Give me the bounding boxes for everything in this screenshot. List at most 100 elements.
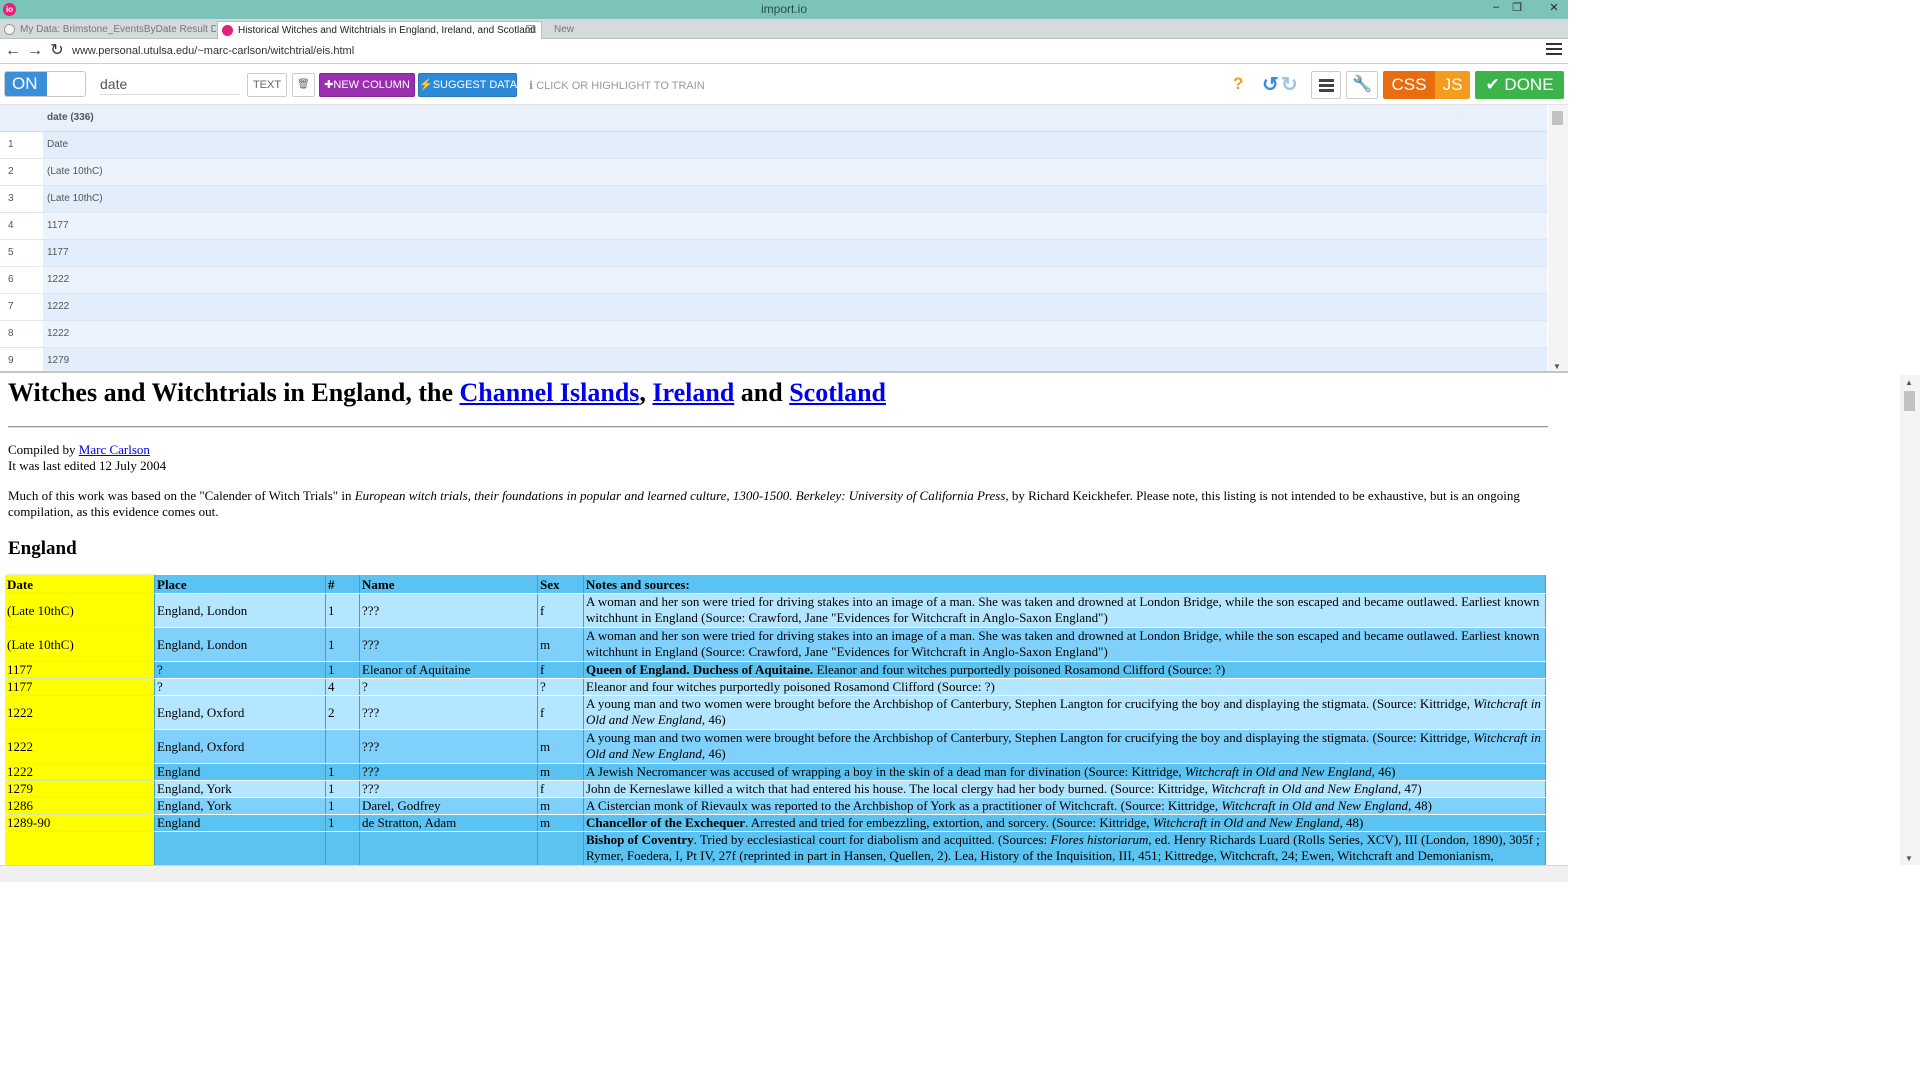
- grid-cell[interactable]: (Late 10thC): [43, 159, 1547, 185]
- table-row: 1222 England, Oxford 2 ??? f A young man…: [5, 696, 1548, 729]
- tab-witchtrials[interactable]: Historical Witches and Witchtrials in En…: [217, 21, 542, 39]
- grid-row[interactable]: 2 (Late 10thC): [0, 159, 1547, 186]
- on-off-toggle[interactable]: ON: [4, 71, 86, 97]
- row-number: 6: [0, 267, 42, 293]
- scroll-up-arrow-icon[interactable]: ▲: [1905, 378, 1913, 387]
- text-type-button[interactable]: TEXT: [247, 73, 287, 97]
- notes-bold: Queen of England. Duchess of Aquitaine.: [586, 662, 814, 677]
- cell-date[interactable]: 1279: [5, 781, 154, 797]
- url-field[interactable]: www.personal.utulsa.edu/~marc-carlson/wi…: [72, 45, 354, 57]
- globe-icon: [4, 24, 15, 35]
- grid-cell[interactable]: (Late 10thC): [43, 186, 1547, 212]
- column-header-date[interactable]: date (336): [47, 112, 94, 123]
- cell-name: ???: [360, 628, 538, 661]
- cell-date[interactable]: 1177: [5, 662, 154, 678]
- grid-row[interactable]: 7 1222: [0, 294, 1547, 321]
- js-button[interactable]: JS: [1435, 71, 1470, 99]
- cell-name: ???: [360, 696, 538, 729]
- row-number: 2: [0, 159, 42, 185]
- section-heading-england: England: [8, 538, 77, 559]
- grid-cell[interactable]: Date: [43, 132, 1547, 158]
- cell-sex: [538, 832, 584, 865]
- scotland-link[interactable]: Scotland: [789, 378, 886, 407]
- address-bar: ← → ↻ www.personal.utulsa.edu/~marc-carl…: [0, 40, 1568, 64]
- grid-row[interactable]: 3 (Late 10thC): [0, 186, 1547, 213]
- train-hint: ℹ CLICK OR HIGHLIGHT TO TRAIN: [529, 80, 705, 92]
- scroll-down-arrow-icon[interactable]: ▼: [1553, 362, 1561, 371]
- forward-arrow-icon[interactable]: →: [26, 42, 44, 60]
- cell-notes: A young man and two women were brought b…: [584, 696, 1546, 729]
- cell-notes: A woman and her son were tried for drivi…: [584, 594, 1546, 627]
- suggest-data-button[interactable]: ⚡SUGGEST DATA: [418, 73, 517, 97]
- cell-place: England, London: [154, 628, 326, 661]
- table-row: Bishop of Coventry. Tried by ecclesiasti…: [5, 832, 1548, 865]
- grid-scrollbar[interactable]: ▼: [1548, 105, 1568, 371]
- table-row: (Late 10thC) England, London 1 ??? f A w…: [5, 594, 1548, 627]
- hamburger-menu-icon[interactable]: [1546, 43, 1562, 57]
- help-icon[interactable]: ?: [1233, 74, 1243, 94]
- cell-name: ???: [360, 764, 538, 780]
- author-link[interactable]: Marc Carlson: [79, 442, 150, 457]
- cell-date[interactable]: 1177: [5, 679, 154, 695]
- grid-cell[interactable]: 1222: [43, 294, 1547, 320]
- reload-icon[interactable]: ↻: [48, 42, 66, 60]
- wrench-icon[interactable]: 🔧: [1346, 71, 1378, 99]
- delete-column-button[interactable]: 🗑: [292, 73, 315, 97]
- grid-cell[interactable]: 1177: [43, 240, 1547, 266]
- notes-text: A Cistercian monk of Rievaulx was report…: [586, 798, 1222, 813]
- tab-close-icon[interactable]: ☒: [525, 22, 535, 39]
- grid-cell[interactable]: 1222: [43, 267, 1547, 293]
- back-arrow-icon[interactable]: ←: [4, 42, 22, 60]
- grid-row[interactable]: 5 1177: [0, 240, 1547, 267]
- cell-date[interactable]: 1289-90: [5, 815, 154, 831]
- cell-date[interactable]: [5, 832, 154, 865]
- minimize-button[interactable]: –: [1488, 1, 1504, 13]
- column-name-input[interactable]: [100, 73, 240, 95]
- grid-row[interactable]: 9 1279: [0, 348, 1547, 371]
- grid-cell[interactable]: 1222: [43, 321, 1547, 347]
- scroll-down-arrow-icon[interactable]: ▼: [1905, 854, 1913, 863]
- last-edited-line: It was last edited 12 July 2004: [8, 458, 167, 473]
- cell-date[interactable]: (Late 10thC): [5, 628, 154, 661]
- table-view-button[interactable]: [1311, 71, 1341, 99]
- cell-date[interactable]: 1222: [5, 696, 154, 729]
- cell-date[interactable]: 1222: [5, 764, 154, 780]
- scrollbar-thumb[interactable]: [1552, 111, 1563, 125]
- grid-column-header[interactable]: date (336): [0, 105, 1547, 132]
- cell-count: 1: [326, 594, 360, 627]
- notes-italic: Witchcraft in Old and New England: [1184, 764, 1372, 779]
- header-date[interactable]: Date: [5, 575, 154, 593]
- grid-row[interactable]: 6 1222: [0, 267, 1547, 294]
- close-window-button[interactable]: ✕: [1546, 1, 1562, 14]
- row-number: 4: [0, 213, 42, 239]
- grid-cell[interactable]: 1177: [43, 213, 1547, 239]
- tab-new[interactable]: New: [548, 21, 588, 39]
- cell-name: ???: [360, 781, 538, 797]
- cell-name: Eleanor of Aquitaine: [360, 662, 538, 678]
- undo-icon[interactable]: ↺: [1262, 72, 1279, 97]
- cell-date[interactable]: (Late 10thC): [5, 594, 154, 627]
- done-button[interactable]: ✔ DONE: [1475, 71, 1564, 99]
- notes-end: , 46): [701, 712, 726, 727]
- cell-date[interactable]: 1286: [5, 798, 154, 814]
- cell-notes: A Cistercian monk of Rievaulx was report…: [584, 798, 1546, 814]
- cell-count: 1: [326, 628, 360, 661]
- grid-row[interactable]: 1 Date: [0, 132, 1547, 159]
- cell-date[interactable]: 1222: [5, 730, 154, 763]
- page-scrollbar[interactable]: ▲ ▼: [1900, 375, 1920, 865]
- intro-book-title: European witch trials, their foundations…: [354, 488, 1009, 503]
- new-column-button[interactable]: ✚NEW COLUMN: [319, 73, 415, 97]
- restore-button[interactable]: ❐: [1509, 1, 1525, 14]
- redo-icon[interactable]: ↻: [1281, 72, 1298, 97]
- css-button[interactable]: CSS: [1383, 71, 1435, 99]
- scrollbar-thumb[interactable]: [1904, 391, 1915, 411]
- cell-sex: m: [538, 730, 584, 763]
- grid-row[interactable]: 4 1177: [0, 213, 1547, 240]
- grid-row[interactable]: 8 1222: [0, 321, 1547, 348]
- ireland-link[interactable]: Ireland: [652, 378, 734, 407]
- tab-my-data[interactable]: My Data: Brimstone_EventsByDate Result D…: [0, 21, 216, 39]
- cell-place: ?: [154, 679, 326, 695]
- cell-sex: m: [538, 798, 584, 814]
- grid-cell[interactable]: 1279: [43, 348, 1547, 371]
- channel-islands-link[interactable]: Channel Islands: [459, 378, 639, 407]
